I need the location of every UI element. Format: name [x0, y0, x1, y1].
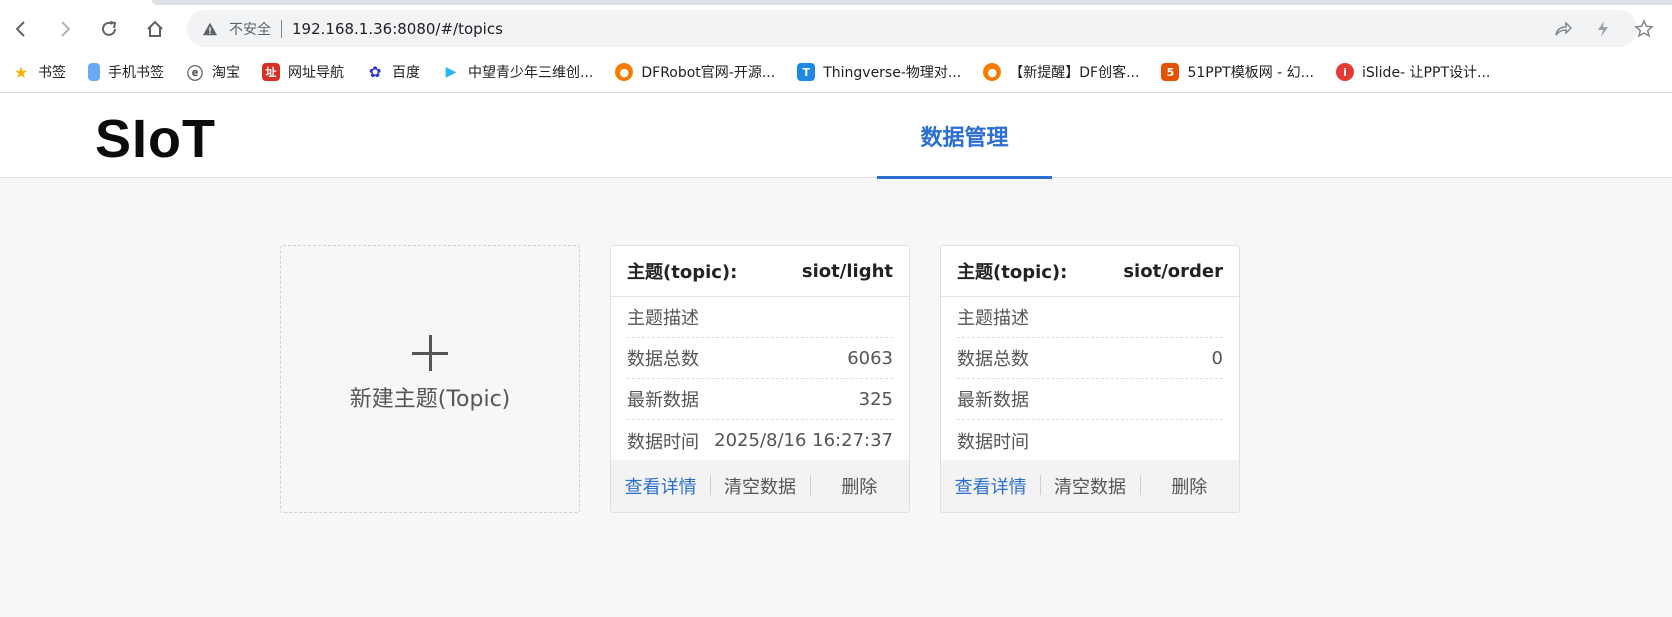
- clear-data-button[interactable]: 清空数据: [710, 473, 809, 499]
- bookmark-item[interactable]: 址网址导航: [262, 62, 344, 82]
- baidu-paw-icon: ✿: [368, 63, 382, 81]
- back-button[interactable]: [6, 14, 36, 44]
- view-details-button[interactable]: 查看详情: [941, 473, 1040, 499]
- navigation-icon: 址: [262, 63, 280, 81]
- bookmark-item[interactable]: ▶ 中望青少年三维创...: [442, 62, 594, 82]
- url-text[interactable]: 192.168.1.36:8080/#/topics: [292, 20, 503, 38]
- phone-icon: [88, 63, 100, 81]
- address-bar[interactable]: 不安全 192.168.1.36:8080/#/topics: [187, 10, 1637, 47]
- bookmark-item[interactable]: 5 51PPT模板网 - 幻...: [1161, 62, 1314, 82]
- forward-arrow-icon: [61, 21, 71, 37]
- delete-button[interactable]: 删除: [809, 473, 909, 499]
- latest-data-row: 最新数据 325: [627, 379, 893, 420]
- taobao-icon: ⓔ: [186, 64, 203, 83]
- new-topic-label: 新建主题(Topic): [349, 387, 511, 412]
- view-details-button[interactable]: 查看详情: [611, 473, 710, 499]
- data-count-row: 数据总数 6063: [627, 338, 893, 379]
- bookmark-item[interactable]: ✿ 百度: [366, 62, 420, 82]
- lightning-icon[interactable]: [1592, 18, 1614, 40]
- bookmarks-bar: ★ 书签 手机书签 ⓔ 淘宝 址网址导航 ✿ 百度 ▶ 中望青少年三维创... ● DFR…: [0, 57, 1672, 87]
- topic-card: 主题(topic): siot/light 主题描述 数据总数 6063 最新数…: [610, 245, 910, 513]
- topic-card-actions: 查看详情 清空数据 删除: [941, 460, 1239, 512]
- islide-icon: i: [1336, 63, 1354, 81]
- data-time-row: 数据时间: [957, 431, 1029, 453]
- browser-chrome: 不安全 192.168.1.36:8080/#/topics ★ 书签 手机书签 …: [0, 0, 1672, 93]
- thingverse-icon: T: [797, 63, 816, 81]
- delete-button[interactable]: 删除: [1139, 473, 1239, 499]
- bookmark-star-icon[interactable]: [1633, 18, 1655, 40]
- topic-description-row: 主题描述: [957, 297, 1223, 338]
- bookmark-item[interactable]: T Thingverse-物理对...: [797, 62, 961, 82]
- star-icon: ★: [13, 62, 29, 82]
- siot-logo[interactable]: SIoT: [95, 108, 216, 170]
- reload-icon: [102, 21, 117, 36]
- data-count-row: 数据总数 0: [957, 338, 1223, 379]
- home-icon: [147, 20, 163, 37]
- topic-head-label: 主题(topic):: [957, 262, 1068, 283]
- bookmark-item[interactable]: ● DFRobot官网-开源...: [615, 62, 775, 82]
- latest-data-row: 最新数据: [957, 379, 1223, 420]
- bookmark-item[interactable]: ★ 书签: [12, 62, 66, 82]
- forward-button[interactable]: [50, 14, 80, 44]
- topic-card-header: 主题(topic): siot/order: [941, 246, 1239, 297]
- home-button[interactable]: [140, 14, 170, 44]
- tab-strip: [152, 0, 1672, 5]
- back-arrow-icon: [15, 21, 25, 37]
- bookmark-item[interactable]: ⓔ 淘宝: [186, 62, 240, 83]
- new-topic-card[interactable]: 新建主题(Topic): [280, 245, 580, 513]
- tab-data-management[interactable]: 数据管理: [877, 93, 1052, 179]
- bookmark-item[interactable]: ● 【新提醒】DF创客...: [983, 62, 1139, 82]
- plus-icon: [412, 335, 448, 371]
- data-time-row: 数据时间 2025/8/16 16:27:37: [627, 430, 893, 453]
- dfrobot-icon: ●: [983, 63, 1002, 81]
- topic-name: siot/order: [1123, 260, 1223, 282]
- clear-data-button[interactable]: 清空数据: [1040, 473, 1139, 499]
- topic-card-actions: 查看详情 清空数据 删除: [611, 460, 909, 512]
- insecure-label: 不安全: [229, 21, 271, 38]
- reload-button[interactable]: [94, 14, 124, 44]
- divider: [281, 19, 282, 38]
- warning-triangle-icon: [201, 20, 219, 38]
- share-icon[interactable]: [1552, 18, 1574, 40]
- topic-head-label: 主题(topic):: [627, 262, 738, 283]
- bookmark-item[interactable]: 手机书签: [88, 62, 164, 82]
- 51ppt-icon: 5: [1161, 63, 1180, 81]
- dfrobot-icon: ●: [615, 63, 634, 81]
- bookmark-item[interactable]: i iSlide- 让PPT设计...: [1336, 62, 1490, 82]
- play-icon: ▶: [445, 64, 457, 80]
- app-header: SIoT 数据管理: [0, 93, 1672, 179]
- topic-name: siot/light: [801, 260, 893, 282]
- topic-card: 主题(topic): siot/order 主题描述 数据总数 0 最新数据 数…: [940, 245, 1240, 513]
- topic-card-header: 主题(topic): siot/light: [611, 246, 909, 297]
- topic-description-row: 主题描述: [627, 297, 893, 338]
